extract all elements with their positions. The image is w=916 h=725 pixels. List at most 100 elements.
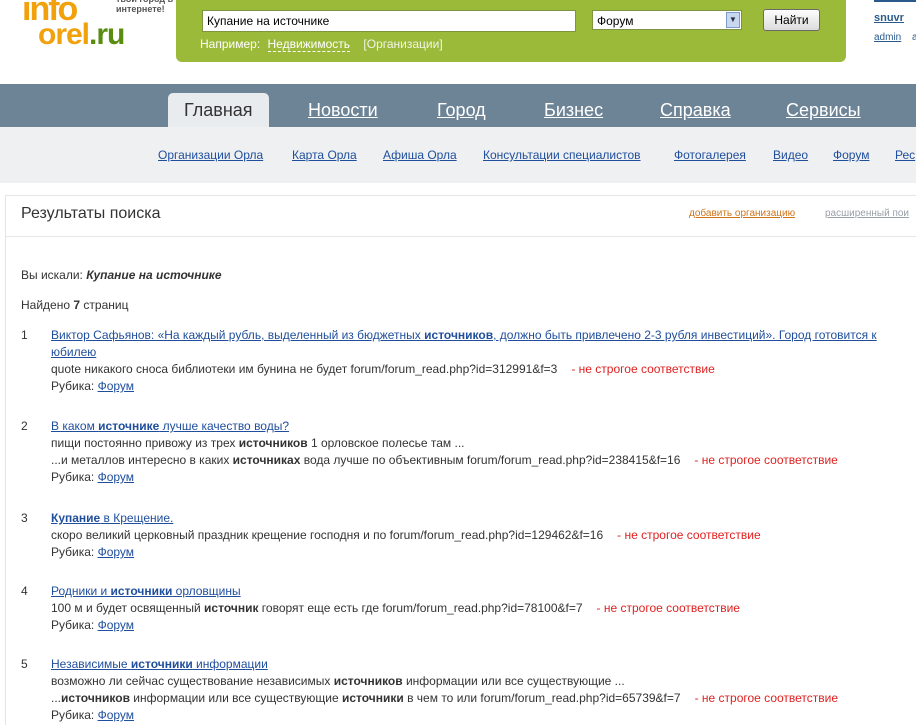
text-fragment: скоро великий церковный праздник крещени… <box>51 528 604 542</box>
rubric-label: Рубика: <box>51 470 98 484</box>
tab-home[interactable]: Главная <box>168 93 269 127</box>
text-fragment: в Крещение. <box>100 511 174 525</box>
section-select-value: Форум <box>597 14 634 28</box>
highlight-term: источники <box>130 657 193 671</box>
search-example: Например: Недвижимость [Организации] <box>200 37 443 52</box>
search-panel: Форум ▼ Найти Например: Недвижимость [Ор… <box>176 0 846 62</box>
text-fragment: информации или все существующие <box>129 691 342 705</box>
username-link[interactable]: snuvr <box>874 12 904 24</box>
subnav-photogallery[interactable]: Фотогалерея <box>674 148 746 162</box>
result-title-link[interactable]: В каком источнике лучше качество воды? <box>51 418 916 435</box>
result-body: Купание в Крещение. скоро великий церковн… <box>51 510 916 561</box>
rubric-link[interactable]: Форум <box>98 379 134 393</box>
advanced-search-link[interactable]: расширенный пои <box>825 208 909 219</box>
rubric-label: Рубика: <box>51 708 98 722</box>
text-fragment: пищи постоянно привожу из трех <box>51 436 239 450</box>
result-body: Родники и источники орловщины 100 м и буд… <box>51 583 916 634</box>
found-prefix: Найдено <box>21 298 71 312</box>
result-body: В каком источнике лучше качество воды? пи… <box>51 418 916 486</box>
result-number: 2 <box>21 419 28 433</box>
logo-orel: orel.ru <box>38 18 125 51</box>
result-snippet: ...и металлов интересно в каких источник… <box>51 452 916 469</box>
subnav-afisha[interactable]: Афиша Орла <box>383 148 457 162</box>
chevron-down-icon[interactable]: ▼ <box>726 12 740 28</box>
highlight-term: источники <box>341 691 404 705</box>
subnav-forum[interactable]: Форум <box>833 148 869 162</box>
tab-reference[interactable]: Справка <box>660 93 731 127</box>
highlight-term: источник <box>204 601 259 615</box>
search-button[interactable]: Найти <box>763 9 820 31</box>
text-fragment: Родники и <box>51 584 111 598</box>
search-input[interactable] <box>202 10 576 32</box>
text-fragment: информации <box>192 657 268 671</box>
result-body: Независимые источники информации возможно… <box>51 656 916 724</box>
text-fragment: говорят еще есть где forum/forum_read.ph… <box>258 601 583 615</box>
result-title-link-cont[interactable]: юбилею <box>51 344 916 361</box>
result-rubric: Рубика: Форум <box>51 469 916 486</box>
highlight-term: источников <box>333 674 403 688</box>
search-results-panel: Результаты поиска добавить организацию р… <box>5 195 916 725</box>
subnav-more[interactable]: Рес <box>895 148 915 162</box>
user-topline <box>874 0 916 2</box>
found-count: 7 <box>73 298 81 312</box>
result-snippet: quote никакого сноса библиотеки им бунин… <box>51 361 916 378</box>
rubric-label: Рубика: <box>51 618 98 632</box>
result-title-link[interactable]: Купание в Крещение. <box>51 510 916 527</box>
tab-news[interactable]: Новости <box>308 93 378 127</box>
tab-business[interactable]: Бизнес <box>544 93 603 127</box>
admin-link[interactable]: admin <box>874 32 901 43</box>
match-note: - не строгое соответствие <box>694 691 839 705</box>
result-rubric: Рубика: Форум <box>51 617 916 634</box>
tab-city[interactable]: Город <box>437 93 486 127</box>
query-label: Вы искали: <box>21 268 83 282</box>
result-body: Виктор Сафьянов: «На каждый рубль, выдел… <box>51 327 916 395</box>
result-snippet: возможно ли сейчас существование независ… <box>51 673 916 690</box>
user-extra-link[interactable]: a <box>912 32 916 43</box>
result-rubric: Рубика: Форум <box>51 544 916 561</box>
text-fragment: в чем то или forum/forum_read.php?id=657… <box>403 691 681 705</box>
result-number: 5 <box>21 657 28 671</box>
text-fragment: орловщины <box>172 584 241 598</box>
found-summary: Найдено 7 страниц <box>21 298 128 312</box>
text-fragment: ... <box>51 691 62 705</box>
rubric-link[interactable]: Форум <box>98 545 134 559</box>
result-snippet: 100 м и будет освященный источник говоря… <box>51 600 916 617</box>
subnav-map[interactable]: Карта Орла <box>292 148 357 162</box>
example-label: Например: <box>200 37 261 51</box>
example-org-link[interactable]: [Организации] <box>363 37 442 51</box>
highlight-term: Купание <box>51 511 101 525</box>
result-snippet: пищи постоянно привожу из трех источнико… <box>51 435 916 452</box>
rubric-link[interactable]: Форум <box>98 470 134 484</box>
main-nav: Главная Новости Город Бизнес Справка Сер… <box>0 84 916 127</box>
highlight-term: источников <box>238 436 308 450</box>
match-note: - не строгое соответствие <box>617 528 761 542</box>
result-title-link[interactable]: Независимые источники информации <box>51 656 916 673</box>
highlight-term: источников <box>424 328 494 342</box>
result-rubric: Рубика: Форум <box>51 378 916 395</box>
section-select[interactable]: Форум ▼ <box>592 10 742 30</box>
add-organization-link[interactable]: добавить организацию <box>689 208 795 219</box>
result-snippet: ...источников информации или все существ… <box>51 690 916 707</box>
text-fragment: , должно быть привлечено 2-3 рубля инвес… <box>493 328 877 342</box>
rubric-link[interactable]: Форум <box>98 708 134 722</box>
result-number: 3 <box>21 511 28 525</box>
query-summary: Вы искали: Купание на источнике <box>21 268 222 282</box>
match-note: - не строгое соответствие <box>596 601 740 615</box>
text-fragment: ...и металлов интересно в каких <box>51 453 233 467</box>
result-number: 1 <box>21 328 28 342</box>
subnav-video[interactable]: Видео <box>773 148 808 162</box>
match-note: - не строгое соответствие <box>694 453 838 467</box>
result-snippet: скоро великий церковный праздник крещени… <box>51 527 916 544</box>
result-title-link[interactable]: Родники и источники орловщины <box>51 583 916 600</box>
subnav-organizations[interactable]: Организации Орла <box>158 148 263 162</box>
example-link[interactable]: Недвижимость <box>267 37 351 52</box>
site-logo[interactable]: info orel.ru твой город в интернете! <box>20 0 173 62</box>
text-fragment: вода лучше по объективным forum/forum_re… <box>300 453 681 467</box>
tab-services[interactable]: Сервисы <box>786 93 861 127</box>
result-title-link[interactable]: Виктор Сафьянов: «На каждый рубль, выдел… <box>51 327 916 344</box>
rubric-link[interactable]: Форум <box>98 618 134 632</box>
text-fragment: В каком <box>51 419 99 433</box>
subnav-consultations[interactable]: Консультации специалистов <box>483 148 641 162</box>
text-fragment: 100 м и будет освященный <box>51 601 205 615</box>
text-fragment: 1 орловское полесье там ... <box>307 436 465 450</box>
